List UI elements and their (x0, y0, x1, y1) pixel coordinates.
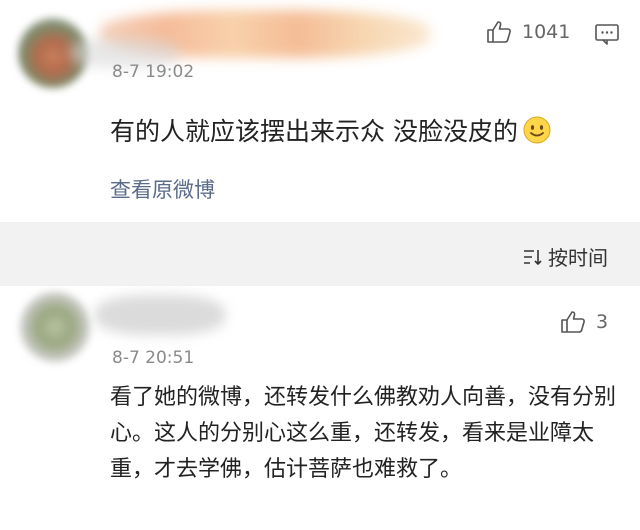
smile-emoji (522, 115, 552, 145)
post-like-count: 1041 (522, 21, 571, 43)
post-text-row: 有的人就应该摆出来示众 没脸没皮的 (110, 112, 552, 148)
post-time: 8-7 19:02 (112, 62, 195, 82)
thumb-up-icon[interactable] (560, 310, 586, 334)
comment-time: 8-7 20:51 (112, 348, 195, 368)
sort-button[interactable]: 按时间 (522, 242, 608, 271)
post-text: 有的人就应该摆出来示众 没脸没皮的 (110, 117, 518, 146)
comment-username-redacted[interactable] (95, 295, 225, 335)
comment-like-count: 3 (596, 311, 609, 333)
sort-icon (522, 247, 544, 267)
comment-text: 看了她的微博，还转发什么佛教劝人向善，没有分别心。这人的分别心这么重，还转发，看… (110, 385, 617, 482)
thumb-up-icon[interactable] (486, 20, 512, 44)
post-like-group[interactable]: 1041 (486, 20, 570, 44)
comment-avatar[interactable] (20, 292, 90, 362)
view-original-link[interactable]: 查看原微博 (110, 174, 215, 204)
sort-label: 按时间 (548, 246, 608, 270)
comment-like-group[interactable]: 3 (560, 310, 608, 334)
comment-icon[interactable] (594, 22, 620, 46)
